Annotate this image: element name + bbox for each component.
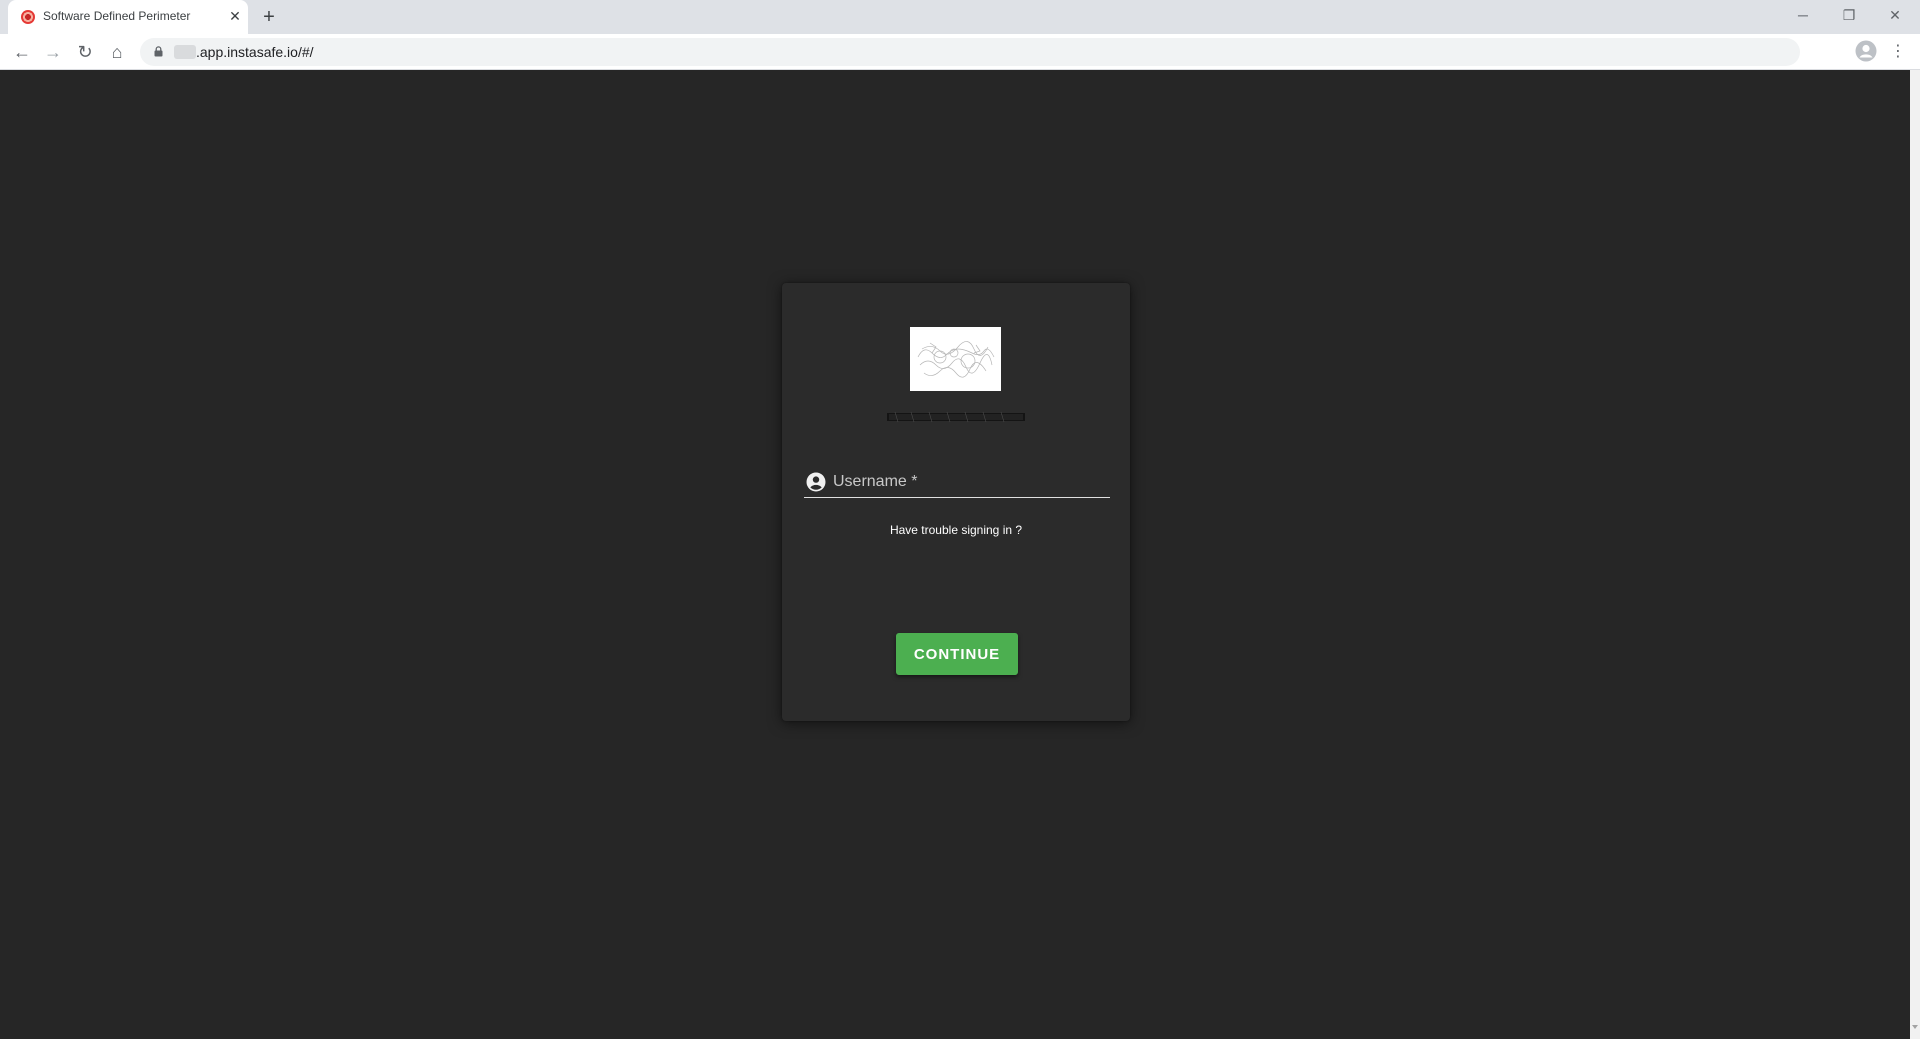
scroll-down-arrow-icon[interactable] (1912, 1025, 1918, 1029)
url-text[interactable]: .app.instasafe.io/#/ (196, 44, 314, 60)
profile-icon[interactable] (1855, 40, 1877, 62)
account-circle-icon (806, 472, 826, 492)
browser-tab-strip: Software Defined Perimeter ✕ + ─ ❐ ✕ (0, 0, 1920, 34)
organization-logo-image (917, 341, 995, 378)
address-bar[interactable]: .app.instasafe.io/#/ ★ (140, 38, 1800, 66)
organization-name-redacted (887, 411, 1025, 423)
tab-close-icon[interactable]: ✕ (226, 7, 244, 25)
continue-button[interactable]: CONTINUE (896, 633, 1018, 675)
window-close-button[interactable]: ✕ (1872, 0, 1918, 30)
back-button[interactable]: ← (10, 40, 34, 64)
reload-button[interactable]: ↻ (73, 40, 97, 64)
forward-button[interactable]: → (41, 40, 65, 64)
home-button[interactable]: ⌂ (105, 40, 129, 64)
username-input[interactable] (831, 468, 1108, 496)
window-restore-button[interactable]: ❐ (1826, 0, 1872, 30)
browser-menu-icon[interactable]: ⋮ (1890, 41, 1906, 63)
window-minimize-button[interactable]: ─ (1780, 0, 1826, 30)
login-card: Have trouble signing in ? CONTINUE (782, 283, 1130, 721)
browser-toolbar: ← → ↻ ⌂ .app.instasafe.io/#/ ★ ⋮ (0, 34, 1920, 70)
browser-tab[interactable]: Software Defined Perimeter ✕ (8, 0, 248, 34)
tab-title: Software Defined Perimeter (43, 9, 191, 23)
organization-logo (910, 327, 1001, 391)
trouble-signing-in-link[interactable]: Have trouble signing in ? (782, 523, 1130, 537)
page-scrollbar[interactable] (1910, 70, 1920, 1039)
new-tab-button[interactable]: + (258, 6, 280, 28)
site-favicon-icon (21, 10, 35, 24)
url-redacted-subdomain (174, 45, 196, 59)
username-field[interactable] (804, 468, 1110, 498)
lock-icon[interactable] (154, 46, 163, 57)
